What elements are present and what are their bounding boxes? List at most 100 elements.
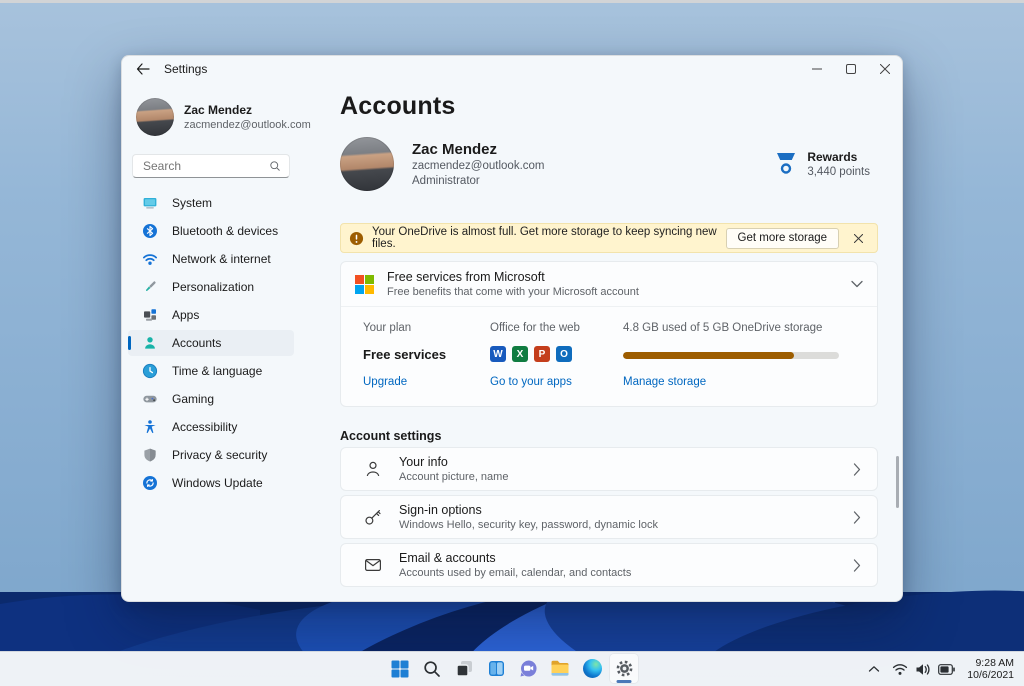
sidebar-item-system[interactable]: System [128, 190, 294, 216]
accessibility-icon [142, 419, 158, 435]
close-button[interactable] [868, 56, 902, 82]
sidebar-item-time-language[interactable]: Time & language [128, 358, 294, 384]
search-input[interactable] [141, 158, 269, 174]
rewards-badge[interactable]: Rewards 3,440 points [775, 150, 870, 179]
task-view-button[interactable] [450, 654, 478, 683]
chevron-right-icon [853, 558, 861, 572]
clock[interactable]: 9:28 AM 10/6/2021 [963, 655, 1018, 683]
sidebar-item-gaming[interactable]: Gaming [128, 386, 294, 412]
free-services-header[interactable]: Free services from Microsoft Free benefi… [341, 262, 877, 306]
rewards-label: Rewards [807, 149, 858, 164]
account-role: Administrator [412, 174, 480, 187]
powerpoint-icon: P [534, 346, 550, 362]
settings-row-your-info[interactable]: Your info Account picture, name [340, 447, 878, 491]
maximize-button[interactable] [834, 56, 868, 82]
page-title: Accounts [340, 92, 456, 120]
sidebar-nav: System Bluetooth & devices Network & int… [122, 190, 340, 496]
search-icon [270, 161, 280, 171]
sidebar-item-personalization[interactable]: Personalization [128, 274, 294, 300]
rewards-icon [777, 153, 796, 174]
wifi-icon [893, 663, 908, 675]
free-services-details: Your plan Free services Upgrade Office f… [341, 307, 877, 406]
card-title: Free services from Microsoft [387, 270, 545, 284]
go-to-apps-link[interactable]: Go to your apps [490, 376, 572, 388]
maximize-icon [846, 64, 856, 74]
search-box[interactable] [132, 154, 290, 178]
banner-message: Your OneDrive is almost full. Get more s… [372, 226, 717, 250]
plan-value: Free services [363, 346, 447, 362]
upgrade-link[interactable]: Upgrade [363, 376, 407, 388]
file-explorer-button[interactable] [546, 654, 574, 683]
settings-row-email-accounts[interactable]: Email & accounts Accounts used by email,… [340, 543, 878, 587]
active-app-indicator [616, 680, 632, 683]
profile-email: zacmendez@outlook.com [184, 118, 311, 131]
system-tray: 9:28 AM 10/6/2021 [864, 652, 1018, 686]
outlook-icon: O [556, 346, 572, 362]
sidebar-item-bluetooth-devices[interactable]: Bluetooth & devices [128, 218, 294, 244]
accounts-icon [142, 335, 158, 351]
free-services-card: Free services from Microsoft Free benefi… [340, 261, 878, 407]
widgets-button[interactable] [482, 654, 510, 683]
scrollbar-thumb[interactable] [896, 456, 899, 508]
chevron-up-icon [869, 666, 880, 672]
account-email: zacmendez@outlook.com [412, 159, 545, 172]
account-profile-header: Zac Mendez zacmendez@outlook.com Adminis… [340, 137, 878, 191]
chat-button[interactable] [514, 654, 542, 683]
network-icon [142, 251, 158, 267]
settings-window: Settings Zac Mendez zacmendez@outlook.co… [121, 55, 903, 602]
sidebar-item-windows-update[interactable]: Windows Update [128, 470, 294, 496]
storage-label: 4.8 GB used of 5 GB OneDrive storage [623, 322, 823, 334]
excel-icon: X [512, 346, 528, 362]
sidebar-item-network-internet[interactable]: Network & internet [128, 246, 294, 272]
tray-overflow-button[interactable] [864, 655, 884, 683]
titlebar[interactable]: Settings [122, 56, 902, 82]
file-explorer-icon [551, 660, 569, 676]
start-icon [391, 660, 409, 677]
selected-indicator [128, 336, 131, 350]
storage-progress-fill [623, 351, 794, 359]
windows-update-icon [142, 475, 158, 491]
settings-gear-icon [616, 660, 632, 677]
word-icon: W [490, 346, 506, 362]
account-name: Zac Mendez [412, 140, 498, 158]
system-icon [142, 195, 158, 211]
person-icon [366, 461, 380, 476]
warning-icon [349, 231, 364, 245]
sidebar-item-apps[interactable]: Apps [128, 302, 294, 328]
close-icon [880, 64, 890, 74]
avatar [136, 98, 174, 136]
edge-button[interactable] [578, 654, 606, 683]
minimize-icon [812, 68, 822, 70]
banner-dismiss-button[interactable] [847, 227, 869, 249]
desktop: Settings Zac Mendez zacmendez@outlook.co… [0, 0, 1024, 686]
chevron-right-icon [853, 510, 861, 524]
main-content: Accounts Zac Mendez zacmendez@outlook.co… [340, 82, 878, 601]
get-more-storage-button[interactable]: Get more storage [725, 227, 839, 249]
chevron-down-icon [851, 280, 863, 288]
tray-status-cluster[interactable] [888, 655, 959, 683]
settings-row-sign-in-options[interactable]: Sign-in options Windows Hello, security … [340, 495, 878, 539]
tray-time: 9:28 AM [975, 656, 1014, 669]
mail-icon [364, 558, 382, 572]
office-label: Office for the web [490, 322, 580, 334]
sidebar-item-privacy-security[interactable]: Privacy & security [128, 442, 294, 468]
start-button[interactable] [386, 654, 414, 683]
privacy-icon [142, 447, 158, 463]
microsoft-logo-icon [355, 274, 374, 294]
edge-icon [582, 659, 602, 678]
sidebar-item-accessibility[interactable]: Accessibility [128, 414, 294, 440]
manage-storage-link[interactable]: Manage storage [623, 376, 706, 388]
personalization-icon [142, 279, 158, 295]
minimize-button[interactable] [800, 56, 834, 82]
sidebar-profile[interactable]: Zac Mendez zacmendez@outlook.com [136, 98, 326, 136]
sidebar-item-accounts[interactable]: Accounts [128, 330, 294, 356]
taskbar-search-button[interactable] [418, 654, 446, 683]
rewards-points: 3,440 points [807, 165, 870, 178]
window-title: Settings [164, 62, 208, 76]
key-icon [365, 510, 381, 525]
taskbar-settings-button[interactable] [610, 654, 638, 683]
arrow-left-icon [136, 63, 150, 75]
task-view-icon [455, 661, 472, 677]
back-button[interactable] [128, 58, 158, 80]
search-icon [424, 660, 440, 677]
